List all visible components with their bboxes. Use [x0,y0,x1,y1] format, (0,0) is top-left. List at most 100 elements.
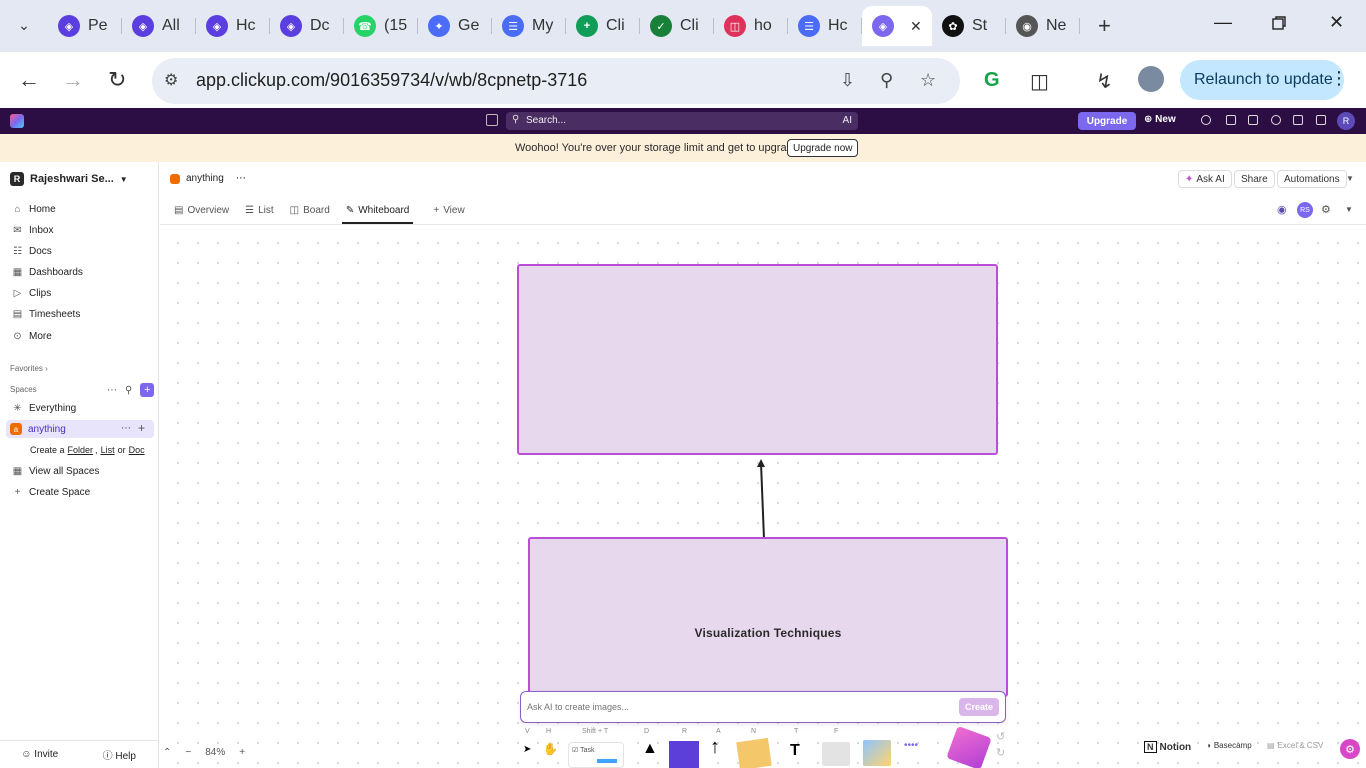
zoom-icon[interactable]: ⚲ [880,70,893,91]
site-info-icon[interactable]: ⚙ [164,70,178,90]
zoom-in-icon[interactable]: + [239,747,245,758]
notion-import[interactable]: N Notion [1144,741,1191,753]
basecamp-import[interactable]: ◑ Basecamp [1206,741,1252,750]
performance-icon[interactable]: ↯ [1096,69,1113,94]
tab-search-chevron-icon[interactable]: ⌄ [10,11,38,39]
browser-menu-icon[interactable]: ⋮ [1330,68,1348,89]
share-button[interactable]: Share [1234,170,1275,188]
automations-button[interactable]: Automations [1277,170,1347,188]
forward-icon[interactable]: → [62,67,84,93]
video-icon[interactable] [1248,115,1258,125]
clickup-logo-icon[interactable] [10,114,24,128]
help-chat-icon[interactable]: ⚙ [1340,739,1360,759]
extensions-icon[interactable]: ◫ [1030,69,1049,94]
breadcrumb-space[interactable]: anything [186,173,224,184]
sidebar-item-inbox[interactable]: ✉ Inbox [12,225,53,236]
hand-pan-icon[interactable]: ✋ [543,742,558,756]
image-tool-icon[interactable] [863,740,891,766]
sidebar-toggle-icon[interactable] [486,114,498,126]
help-button[interactable]: ⓘ Help [80,747,160,762]
search-icon[interactable]: ⚲ [125,385,132,396]
sidebar-item-timesheets[interactable]: ▤ Timesheets [12,309,81,320]
shape-label[interactable]: Visualization Techniques [530,626,1006,640]
install-app-icon[interactable]: ⇩ [840,70,855,91]
chevron-down-icon[interactable]: ▼ [1346,174,1354,183]
close-tab-icon[interactable]: ✕ [910,18,922,35]
collapse-chevron-icon[interactable]: ▼ [1345,205,1353,214]
browser-tab[interactable]: ☰ Hc [788,6,862,46]
sidebar-item-docs[interactable]: ☷ Docs [12,246,52,257]
sidebar-item-clips[interactable]: ▷ Clips [12,288,52,299]
new-button[interactable]: ⊕ New [1144,114,1176,125]
ai-prompt-input[interactable] [527,698,947,716]
arrow-tool-icon[interactable]: ↑ [710,736,720,759]
tab-overview[interactable]: ▤ Overview [166,196,237,224]
space-add-icon[interactable]: + [138,421,145,435]
zoom-level[interactable]: 84% [205,747,225,758]
browser-tab[interactable]: ✿ St [932,6,1006,46]
address-bar[interactable]: ⚙ app.clickup.com/9016359734/v/wb/8cpnet… [152,58,960,104]
url-text[interactable]: app.clickup.com/9016359734/v/wb/8cpnetp-… [196,70,587,91]
user-initials-avatar[interactable]: RS [1297,202,1313,218]
ai-create-button[interactable]: Create [959,698,999,716]
grammarly-icon[interactable]: G [984,69,1000,92]
create-doc-link[interactable]: Doc [129,445,145,455]
browser-tab[interactable]: ✓ Cli [640,6,714,46]
redo-icon[interactable]: ↻ [996,746,1005,759]
sidebar-item-more[interactable]: ⊙ More [12,331,52,342]
browser-tab[interactable]: ◫ ho [714,6,788,46]
close-window-icon[interactable]: ✕ [1329,12,1344,33]
apps-grid-icon[interactable] [1316,115,1326,125]
whiteboard-shape-bottom[interactable]: Visualization Techniques [528,537,1008,697]
more-dots-icon[interactable]: ⋯ [107,385,117,396]
check-circle-icon[interactable] [1201,115,1211,125]
browser-tab[interactable]: ◈ Hc [196,6,270,46]
create-folder-link[interactable]: Folder [68,445,94,455]
tab-list[interactable]: ☰ List [237,196,282,224]
mind-map-icon[interactable]: •••• [904,740,942,766]
sidebar-item-create-space[interactable]: + Create Space [12,487,91,498]
browser-tab-active[interactable]: ◈ ✕ [862,6,932,46]
back-icon[interactable]: ← [18,67,40,93]
tab-board[interactable]: ◫ Board [282,196,338,224]
text-tool-icon[interactable]: T [790,742,800,760]
doc-icon[interactable] [1293,115,1303,125]
ai-dice-icon[interactable] [946,725,992,768]
task-tool[interactable]: ☑ Task [568,742,624,768]
workspace-switcher[interactable]: R Rajeshwari Se... ▼ [10,172,128,186]
sidebar-item-home[interactable]: ⌂ Home [12,204,55,215]
upgrade-button[interactable]: Upgrade [1078,112,1136,130]
sidebar-item-view-all-spaces[interactable]: ▦ View all Spaces [12,466,100,477]
browser-tab[interactable]: ◈ All [122,6,196,46]
sidebar-item-anything[interactable]: a anything [10,423,66,435]
pen-icon[interactable]: ▲ [642,740,658,758]
tab-whiteboard[interactable]: ✎ Whiteboard [338,196,418,224]
browser-tab[interactable]: ◈ Dc [270,6,344,46]
space-more-icon[interactable]: ⋯ [121,423,131,434]
ask-ai-button[interactable]: ✦ Ask AI [1178,170,1232,188]
collaborators-icon[interactable]: ◉ [1277,203,1287,216]
new-tab-icon[interactable]: + [1098,13,1111,39]
alarm-icon[interactable] [1271,115,1281,125]
sidebar-item-everything[interactable]: ✳ Everything [12,403,76,414]
browser-tab[interactable]: ☰ My [492,6,566,46]
undo-icon[interactable]: ↺ [996,730,1005,743]
add-view-button[interactable]: + View [425,196,472,224]
maximize-icon[interactable] [1272,14,1286,35]
reload-icon[interactable]: ↻ [108,67,126,93]
invite-button[interactable]: ☺ Invite [0,749,80,760]
excel-csv-import[interactable]: ▤ Excel & CSV [1267,741,1323,750]
connector-arrow[interactable] [750,455,780,541]
zoom-out-icon[interactable]: − [185,747,191,758]
browser-tab[interactable]: ◉ Ne [1006,6,1080,46]
ai-search-label[interactable]: AI [843,115,852,126]
frame-tool-icon[interactable] [822,742,850,766]
breadcrumb-more-icon[interactable]: ⋯ [236,173,246,184]
sticky-note-icon[interactable] [736,737,772,768]
rectangle-shape-icon[interactable] [669,741,699,768]
create-list-link[interactable]: List [101,445,115,455]
browser-tab[interactable]: ✦ Ge [418,6,492,46]
sidebar-item-dashboards[interactable]: ▦ Dashboards [12,267,83,278]
upgrade-now-button[interactable]: Upgrade now [787,139,859,157]
favorites-section[interactable]: Favorites › [10,364,48,373]
